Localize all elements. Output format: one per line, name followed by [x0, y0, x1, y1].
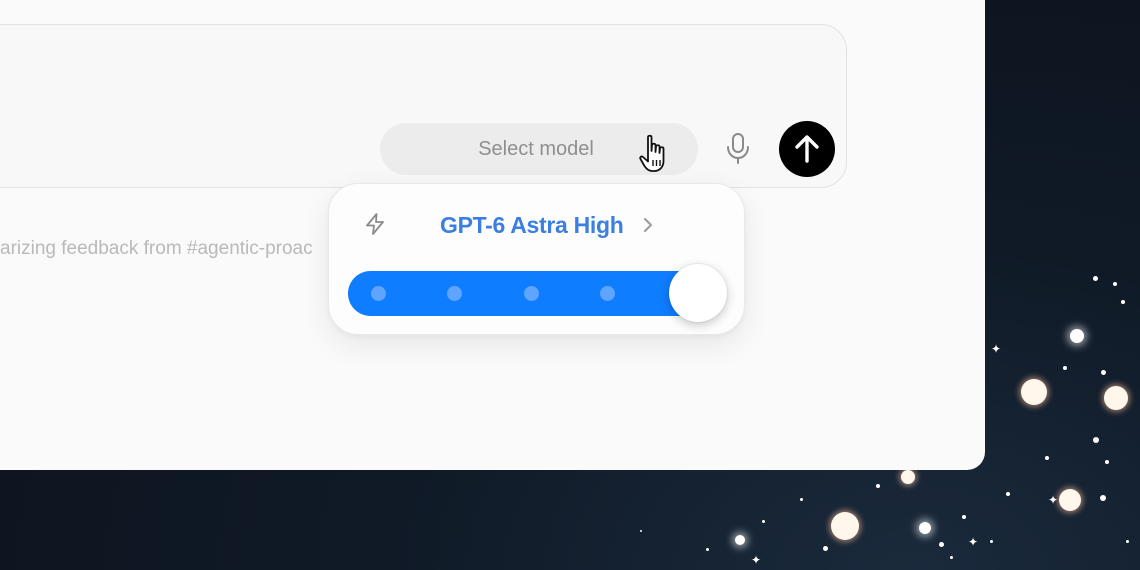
star — [1104, 386, 1128, 410]
star — [876, 484, 880, 488]
selected-model-name[interactable]: GPT-6 Astra High — [440, 208, 624, 242]
star — [762, 520, 765, 523]
sparkle-star: ✦ — [968, 535, 979, 549]
star — [1070, 329, 1084, 343]
hand-pointer-icon — [639, 134, 665, 172]
star — [1113, 282, 1117, 286]
slider-step-dot[interactable] — [447, 286, 462, 301]
star — [919, 522, 931, 534]
star — [1101, 370, 1106, 375]
microphone-icon[interactable] — [724, 132, 752, 166]
star — [901, 470, 915, 484]
star — [1093, 276, 1098, 281]
star — [1121, 300, 1125, 304]
star — [706, 548, 709, 551]
model-select-label: Select model — [478, 137, 594, 160]
effort-slider-thumb[interactable] — [669, 264, 727, 322]
slider-step-dot[interactable] — [524, 286, 539, 301]
suggestion-text: arizing feedback from #agentic-proac — [0, 238, 313, 259]
arrow-up-icon — [795, 135, 819, 163]
star — [990, 540, 993, 543]
star — [1105, 460, 1109, 464]
lightning-bolt-icon — [366, 213, 384, 235]
star — [1100, 495, 1106, 501]
chevron-right-icon[interactable] — [641, 215, 655, 235]
star — [939, 542, 944, 547]
star — [1059, 489, 1081, 511]
star — [1126, 540, 1129, 543]
sparkle-star: ✦ — [1048, 493, 1059, 507]
star — [823, 546, 828, 551]
star — [1006, 492, 1010, 496]
star — [1063, 366, 1067, 370]
star — [831, 512, 859, 540]
star — [1021, 379, 1047, 405]
star — [640, 530, 642, 532]
star — [1045, 456, 1049, 460]
sparkle-star: ✦ — [751, 553, 762, 567]
star — [950, 556, 953, 559]
slider-step-dot[interactable] — [371, 286, 386, 301]
star — [800, 498, 803, 501]
slider-step-dot[interactable] — [600, 286, 615, 301]
star — [1093, 437, 1099, 443]
send-button[interactable] — [779, 121, 835, 177]
sparkle-star: ✦ — [991, 342, 1002, 356]
star — [735, 535, 745, 545]
star — [962, 515, 966, 519]
